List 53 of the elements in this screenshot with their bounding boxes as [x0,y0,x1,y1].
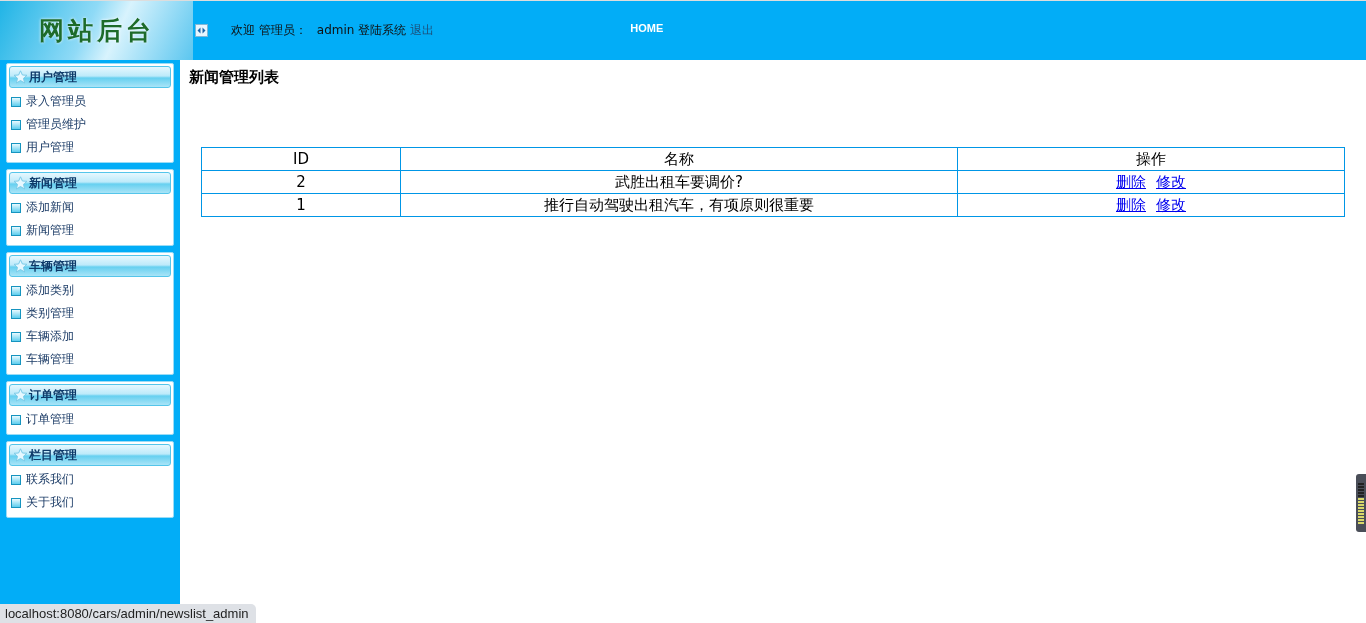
menu-item[interactable]: 车辆管理 [26,351,74,368]
menu-item[interactable]: 类别管理 [26,305,74,322]
square-bullet-icon [11,331,21,342]
menu-item[interactable]: 新闻管理 [26,222,74,239]
square-bullet-icon [11,225,21,236]
square-bullet-icon [11,202,21,213]
menu-item[interactable]: 添加类别 [26,282,74,299]
action-link[interactable]: 删除 [1116,172,1146,191]
logout-link[interactable]: 退出 [410,22,435,39]
username-text: admin 登陆系统 [316,22,407,39]
square-bullet-icon [11,308,21,319]
table-cell: 1 [201,193,401,217]
meter-widget-icon[interactable] [1356,474,1366,532]
star-icon [13,448,28,462]
table-cell: 推行自动驾驶出租汽车，有项原则很重要 [400,193,958,217]
menu-group-header[interactable]: 车辆管理 [9,255,171,277]
square-bullet-icon [11,497,21,508]
menu-group-header[interactable]: 用户管理 [9,66,171,88]
page-title: 新闻管理列表 [189,68,280,87]
square-bullet-icon [11,119,21,130]
menu-group-header[interactable]: 栏目管理 [9,444,171,466]
menu-item[interactable]: 关于我们 [26,494,74,511]
column-header: ID [201,147,401,171]
logo-text: 网站后台 [38,15,155,47]
menu-item[interactable]: 管理员维护 [26,116,86,133]
star-icon [13,70,28,84]
action-link[interactable]: 修改 [1156,195,1186,214]
star-icon [13,259,28,273]
menu-item[interactable]: 订单管理 [26,411,74,428]
welcome-text: 欢迎 管理员： [231,22,307,39]
status-bar-url: localhost:8080/cars/admin/newslist_admin [0,604,256,623]
square-bullet-icon [11,414,21,425]
menu-item[interactable]: 录入管理员 [26,93,86,110]
table-cell: 武胜出租车要调价? [400,170,958,194]
action-link[interactable]: 删除 [1116,195,1146,214]
menu-item[interactable]: 联系我们 [26,471,74,488]
menu-item[interactable]: 用户管理 [26,139,74,156]
star-icon [13,176,28,190]
square-bullet-icon [11,354,21,365]
square-bullet-icon [11,285,21,296]
menu-group-header[interactable]: 新闻管理 [9,172,171,194]
action-link[interactable]: 修改 [1156,172,1186,191]
sidebar-toggle-icon[interactable] [195,24,208,37]
menu-item[interactable]: 添加新闻 [26,199,74,216]
menu-group-header[interactable]: 订单管理 [9,384,171,406]
table-cell: 2 [201,170,401,194]
column-header: 名称 [400,147,958,171]
square-bullet-icon [11,96,21,107]
menu-item[interactable]: 车辆添加 [26,328,74,345]
square-bullet-icon [11,142,21,153]
square-bullet-icon [11,474,21,485]
star-icon [13,388,28,402]
column-header: 操作 [957,147,1345,171]
